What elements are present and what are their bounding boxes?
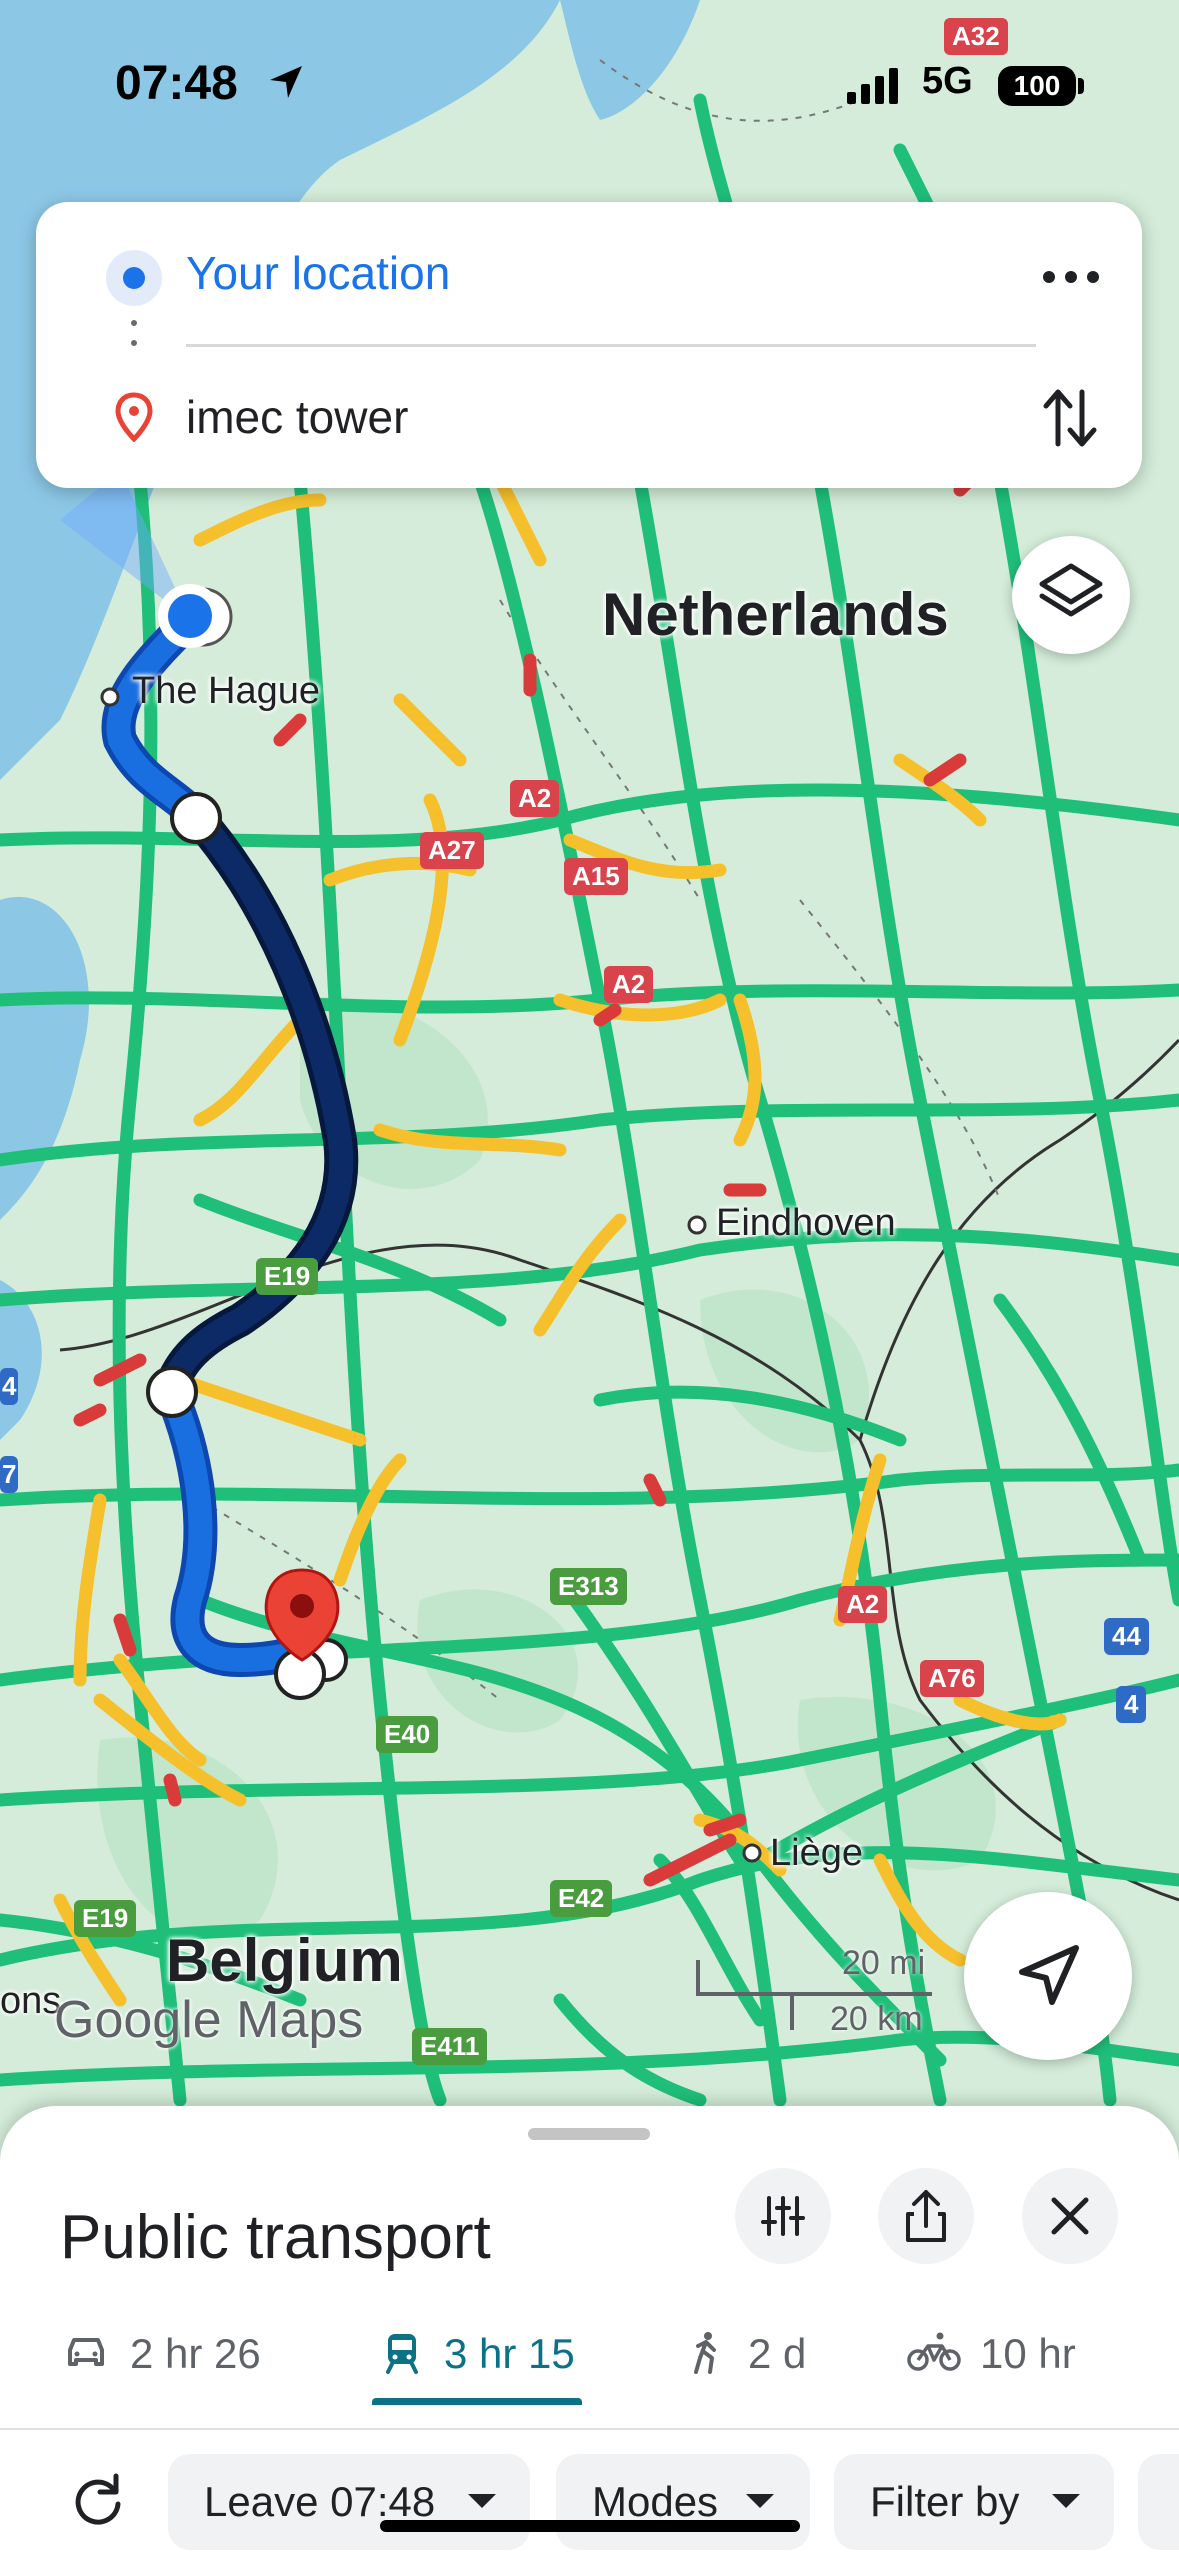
modes-label: Modes xyxy=(592,2478,719,2525)
tune-icon xyxy=(761,2196,805,2236)
refresh-icon[interactable] xyxy=(66,2468,130,2532)
close-icon xyxy=(1051,2197,1089,2235)
country-label-netherlands: Netherlands xyxy=(602,581,949,648)
city-label-the-hague: The Hague xyxy=(132,670,321,712)
destination-pin-icon xyxy=(115,392,153,442)
location-arrow-icon xyxy=(270,66,302,98)
navigation-arrow-icon xyxy=(1019,1945,1079,2005)
route-connector-dots xyxy=(130,320,138,370)
more-filters-chip[interactable] xyxy=(1138,2454,1179,2550)
signal-icon xyxy=(847,68,898,104)
road-shield: A76 xyxy=(920,1660,984,1697)
bike-icon xyxy=(907,2332,961,2371)
road-shield: E411 xyxy=(412,2028,488,2065)
transit-filters-row: Leave 07:48 Modes Filter by xyxy=(0,2450,1179,2556)
road-shield: 44 xyxy=(1104,1618,1149,1655)
my-location-button[interactable] xyxy=(964,1892,1132,2060)
transit-duration: 3 hr 15 xyxy=(444,2330,575,2377)
battery-tip xyxy=(1078,78,1084,94)
train-icon xyxy=(386,2334,418,2374)
road-shield: E19 xyxy=(74,1900,137,1937)
route-options-button[interactable] xyxy=(735,2168,831,2264)
city-label-liege: Liège xyxy=(770,1832,863,1874)
layers-icon xyxy=(1039,563,1103,617)
origin-field[interactable]: Your location xyxy=(186,246,450,300)
travel-modes-tabs: 2 hr 26 3 hr 15 2 d 10 hr xyxy=(0,2304,1179,2404)
city-label-eindhoven: Eindhoven xyxy=(716,1202,896,1244)
destination-field[interactable]: imec tower xyxy=(186,390,408,444)
close-button[interactable] xyxy=(1022,2168,1118,2264)
chevron-down-icon xyxy=(1052,2494,1080,2508)
sheet-divider xyxy=(0,2428,1179,2430)
road-shield: A27 xyxy=(420,832,484,869)
status-bar: 07:48 5G 100 xyxy=(0,0,1179,180)
origin-location-icon xyxy=(106,250,162,306)
cycling-duration: 10 hr xyxy=(980,2330,1076,2377)
road-shield: E19 xyxy=(256,1258,319,1295)
walking-duration: 2 d xyxy=(748,2330,807,2377)
road-shield: 4 xyxy=(1116,1686,1147,1723)
road-shield: E42 xyxy=(550,1880,613,1917)
sheet-title: Public transport xyxy=(60,2203,491,2272)
modes-chip[interactable]: Modes xyxy=(556,2454,810,2550)
chevron-down-icon xyxy=(746,2494,774,2508)
leave-time-label: Leave 07:48 xyxy=(204,2478,436,2525)
road-shield: E40 xyxy=(376,1716,439,1753)
field-divider xyxy=(186,344,1036,347)
road-shield: A2 xyxy=(510,780,560,817)
network-type: 5G xyxy=(922,60,973,102)
car-icon xyxy=(68,2338,104,2366)
map-layers-button[interactable] xyxy=(1012,536,1130,654)
filter-by-chip[interactable]: Filter by xyxy=(834,2454,1114,2550)
road-shield: A2 xyxy=(838,1586,888,1623)
road-shield: 4 xyxy=(0,1368,19,1405)
driving-duration: 2 hr 26 xyxy=(130,2330,261,2377)
share-icon xyxy=(906,2190,946,2242)
walk-icon xyxy=(694,2332,716,2374)
swap-direction-icon[interactable] xyxy=(1040,382,1100,454)
status-time: 07:48 xyxy=(115,57,238,110)
battery-icon: 100 xyxy=(998,66,1076,106)
leave-time-chip[interactable]: Leave 07:48 xyxy=(168,2454,530,2550)
road-shield: 7 xyxy=(0,1456,19,1493)
filter-by-label: Filter by xyxy=(870,2478,1020,2525)
sheet-drag-handle[interactable] xyxy=(528,2128,650,2140)
country-label-belgium: Belgium xyxy=(166,1927,403,1994)
active-tab-indicator xyxy=(372,2398,582,2405)
google-maps-attribution: Google Maps xyxy=(54,1991,364,2049)
directions-search-card: Your location imec tower xyxy=(36,202,1142,488)
chevron-down-icon xyxy=(468,2494,496,2508)
scale-mi-label: 20 mi xyxy=(842,1944,926,1982)
city-label-edge: ons xyxy=(0,1980,62,2022)
more-options-icon[interactable] xyxy=(1036,252,1106,302)
share-button[interactable] xyxy=(878,2168,974,2264)
road-shield: A2 xyxy=(604,966,654,1003)
scale-km-label: 20 km xyxy=(830,2000,923,2038)
road-shield: E313 xyxy=(550,1568,627,1605)
home-indicator xyxy=(380,2520,800,2532)
road-shield: A15 xyxy=(564,858,628,895)
